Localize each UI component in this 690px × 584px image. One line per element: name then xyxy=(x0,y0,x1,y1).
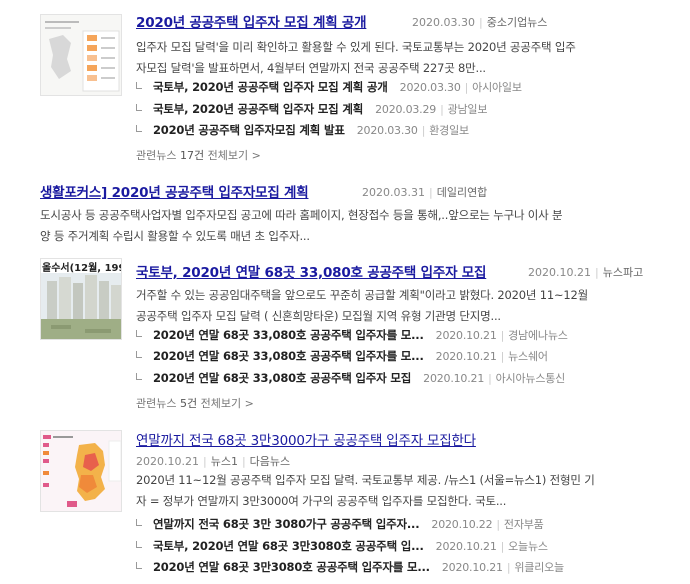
news-title[interactable]: 2020년 공공주택 입주자 모집 계획 공개 xyxy=(136,11,367,31)
news-date: 2020.03.30 xyxy=(412,16,475,29)
news-title[interactable]: 국토부, 2020년 연말 68곳 33,080호 공공주택 입주자 모집 xyxy=(136,261,486,281)
related-news-press[interactable]: 전자부품 xyxy=(504,516,544,532)
related-news-press[interactable]: 환경일보 xyxy=(429,122,469,138)
related-news-item[interactable]: 2020년 연말 68곳 33,080호 공공주택 입주자를 모... 2020.… xyxy=(136,325,568,345)
related-news-item[interactable]: 2020년 공공주택 입주자모집 계획 발표 2020.03.30 | 환경일보 xyxy=(136,120,469,140)
related-news-press[interactable]: 뉴스쉐어 xyxy=(508,348,548,364)
news-press[interactable]: 뉴스파고 xyxy=(603,266,643,279)
thumbnail-caption: 올수서(12월, 199 xyxy=(42,263,122,274)
related-news-press[interactable]: 위클리오늘 xyxy=(514,559,564,575)
related-news-item[interactable]: 2020년 연말 68곳 3만3080호 공공주택 입주자를 모... 2020.… xyxy=(136,557,564,577)
news-press[interactable]: 뉴스1 xyxy=(211,455,238,468)
related-news-press[interactable]: 아시아일보 xyxy=(472,79,522,95)
news-meta: 2020.03.31 | 데일리연합 xyxy=(362,186,488,199)
news-thumbnail[interactable] xyxy=(40,430,122,512)
news-thumbnail[interactable] xyxy=(40,14,122,96)
news-press[interactable]: 데일리연합 xyxy=(437,186,488,199)
related-news-press[interactable]: 경남에나뉴스 xyxy=(508,327,568,343)
news-date: 2020.03.31 xyxy=(362,186,425,199)
calendar-thumbnail-image xyxy=(41,15,121,95)
related-news-item[interactable]: 연말까지 전국 68곳 3만 3080가구 공공주택 입주자... 2020.10… xyxy=(136,514,544,534)
news-meta: 2020.03.30 | 중소기업뉴스 xyxy=(412,16,548,29)
news-snippet: 도시공사 등 공공주택사업자별 입주자모집 공고에 따라 홈페이지, 현장접수 … xyxy=(40,208,563,243)
related-news-item[interactable]: 국토부, 2020년 공공주택 입주자 모집 계획 공개 2020.03.30 | 아… xyxy=(136,77,522,97)
news-snippet: 거주할 수 있는 공공임대주택을 앞으로도 꾸준히 공급할 계획"이라고 밝혔다… xyxy=(136,288,589,323)
related-news-title[interactable]: 2020년 연말 68곳 33,080호 공공주택 입주자를 모... xyxy=(153,327,424,343)
news-date: 2020.10.21 xyxy=(136,455,199,468)
related-news-title[interactable]: 2020년 연말 68곳 3만3080호 공공주택 입주자를 모... xyxy=(153,559,430,575)
news-snippet: 2020년 11~12월 공공주택 입주자 모집 달력. 국토교통부 제공. /… xyxy=(136,473,595,508)
related-news-item[interactable]: 국토부, 2020년 공공주택 입주자 모집 계획 2020.03.29 | 광남일보 xyxy=(136,99,487,119)
related-news-more-link[interactable]: 관련뉴스 5건 전체보기 > xyxy=(136,395,254,411)
related-news-title[interactable]: 국토부, 2020년 공공주택 입주자 모집 계획 xyxy=(153,101,363,117)
news-title[interactable]: 생활포커스] 2020년 공공주택 입주자모집 계획 xyxy=(40,181,309,201)
related-news-press[interactable]: 광남일보 xyxy=(448,101,488,117)
map-thumbnail-image xyxy=(41,431,121,511)
related-news-title[interactable]: 2020년 공공주택 입주자모집 계획 발표 xyxy=(153,122,345,138)
news-press[interactable]: 중소기업뉴스 xyxy=(487,16,548,29)
related-news-title[interactable]: 2020년 연말 68곳 33,080호 공공주택 입주자를 모... xyxy=(153,348,424,364)
related-news-item[interactable]: 국토부, 2020년 연말 68곳 3만3080호 공공주택 입... 2020.… xyxy=(136,536,548,556)
related-news-press[interactable]: 아시아뉴스통신 xyxy=(496,370,566,386)
related-news-press[interactable]: 오늘뉴스 xyxy=(508,538,548,554)
news-date: 2020.10.21 xyxy=(528,266,591,279)
related-news-title[interactable]: 2020년 연말 68곳 33,080호 공공주택 입주자 모집 xyxy=(153,370,411,386)
related-news-item[interactable]: 2020년 연말 68곳 33,080호 공공주택 입주자를 모... 2020.… xyxy=(136,346,548,366)
news-meta: 2020.10.21 | 뉴스파고 xyxy=(528,266,644,279)
related-news-item[interactable]: 2020년 연말 68곳 33,080호 공공주택 입주자 모집 2020.10.… xyxy=(136,368,565,388)
related-news-title[interactable]: 국토부, 2020년 공공주택 입주자 모집 계획 공개 xyxy=(153,79,388,95)
news-snippet: 입주자 모집 달력'을 미리 확인하고 활용할 수 있게 된다. 국토교통부는 … xyxy=(136,40,576,75)
related-news-title[interactable]: 국토부, 2020년 연말 68곳 3만3080호 공공주택 입... xyxy=(153,538,424,554)
related-news-title[interactable]: 연말까지 전국 68곳 3만 3080가구 공공주택 입주자... xyxy=(153,516,420,532)
news-portal[interactable]: 다음뉴스 xyxy=(250,455,290,468)
related-news-more-link[interactable]: 관련뉴스 17건 전체보기 > xyxy=(136,147,261,163)
news-meta: 2020.10.21 | 뉴스1 | 다음뉴스 xyxy=(136,455,291,468)
news-thumbnail[interactable]: 올수서(12월, 199 xyxy=(40,258,122,340)
news-title[interactable]: 연말까지 전국 68곳 3만3000가구 공공주택 입주자 모집한다 xyxy=(136,429,476,449)
